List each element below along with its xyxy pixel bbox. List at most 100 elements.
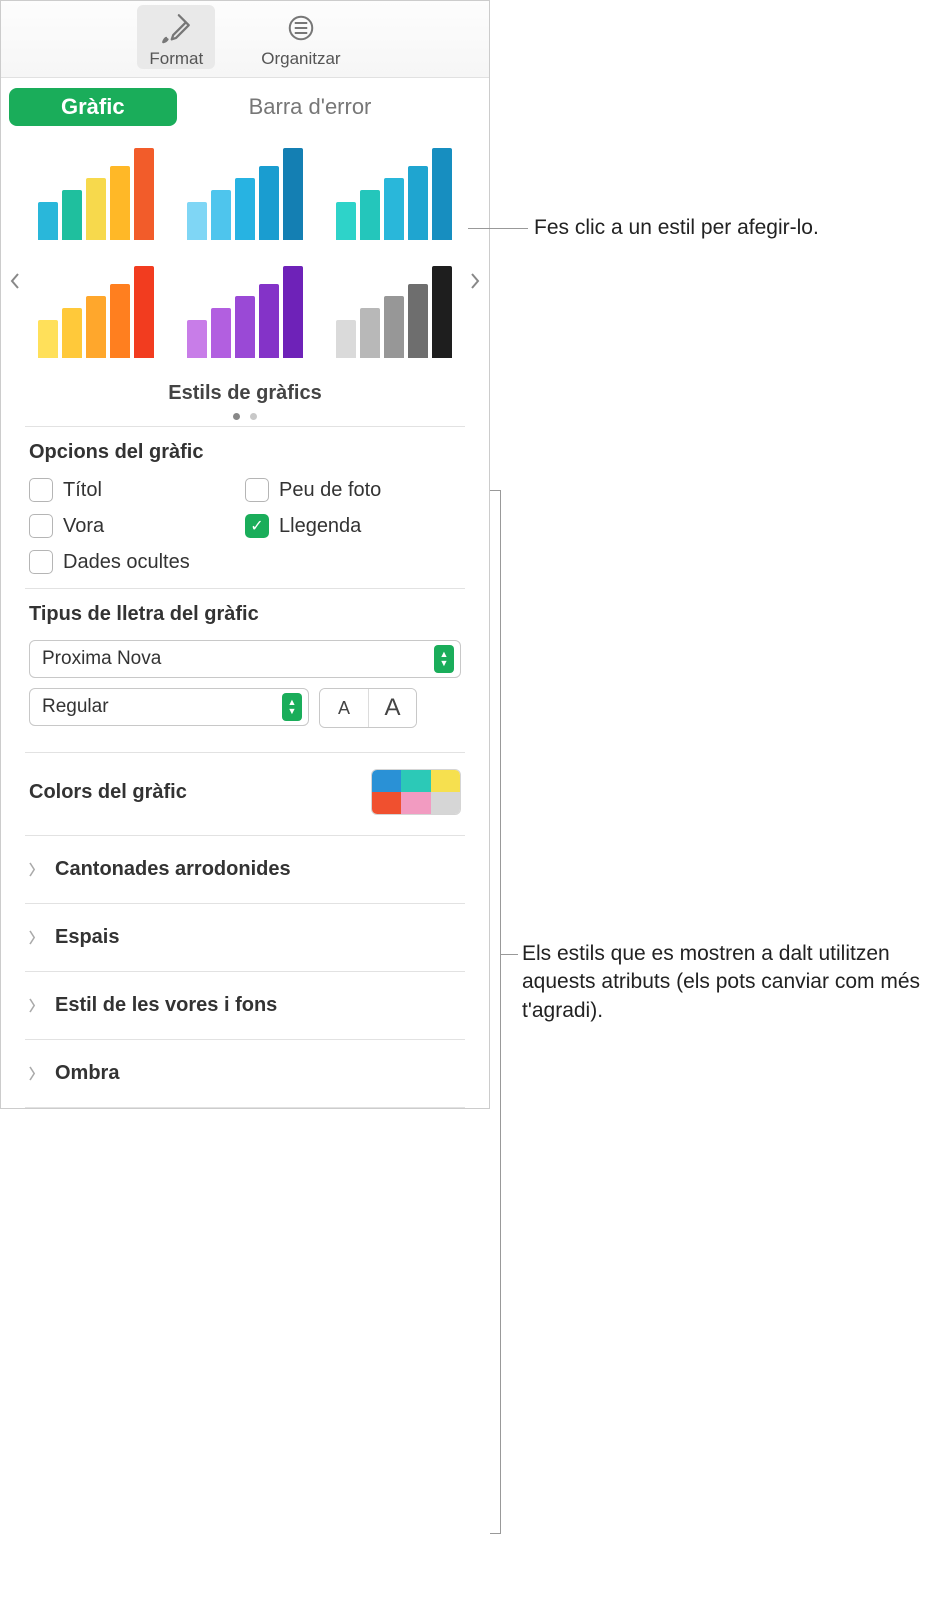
- thumb-bar: [360, 308, 380, 358]
- color-swatch: [401, 770, 430, 792]
- thumb-bar: [384, 178, 404, 240]
- expander-shadow[interactable]: 〉 Ombra: [1, 1040, 489, 1107]
- expander-gaps[interactable]: 〉 Espais: [1, 904, 489, 971]
- thumb-bar: [384, 296, 404, 358]
- font-weight-select[interactable]: Regular ▲▼: [29, 688, 309, 726]
- thumb-bar: [211, 308, 231, 358]
- chart-style-thumbnail[interactable]: [326, 260, 461, 370]
- checkbox-legend[interactable]: ✓ Llegenda: [245, 514, 461, 538]
- chevron-right-icon: 〉: [29, 1064, 43, 1084]
- thumb-bar: [110, 166, 130, 240]
- checkbox-label: Llegenda: [279, 515, 361, 538]
- gallery-caption: Estils de gràfics: [29, 382, 461, 405]
- page-dot[interactable]: [250, 413, 257, 420]
- paintbrush-icon: [157, 9, 195, 47]
- arrange-tab-label: Organitzar: [261, 49, 340, 69]
- font-weight-value: Regular: [42, 696, 109, 718]
- chevron-right-icon: 〉: [29, 928, 43, 948]
- thumb-bar: [360, 190, 380, 240]
- thumb-bar: [283, 266, 303, 358]
- subtab-bar: Gràfic Barra d'error: [1, 78, 489, 136]
- inspector-toolbar: Format Organitzar: [1, 1, 489, 78]
- checkbox-label: Vora: [63, 515, 104, 538]
- chart-style-thumbnail[interactable]: [29, 142, 164, 252]
- chart-style-thumbnail[interactable]: [29, 260, 164, 370]
- checkbox-hidden-data[interactable]: Dades ocultes: [29, 550, 245, 574]
- expander-label: Cantonades arrodonides: [55, 858, 291, 881]
- chart-font-section: Tipus de lletra del gràfic Proxima Nova …: [1, 589, 489, 752]
- thumb-bar: [408, 166, 428, 240]
- format-tab[interactable]: Format: [137, 5, 215, 69]
- chart-style-thumbnail[interactable]: [326, 142, 461, 252]
- chart-styles-gallery: Estils de gràfics: [1, 136, 489, 426]
- arrange-tab[interactable]: Organitzar: [249, 5, 352, 69]
- callout-text: Fes clic a un estil per afegir-lo.: [534, 216, 819, 239]
- font-family-value: Proxima Nova: [42, 648, 161, 670]
- chevron-right-icon: 〉: [29, 996, 43, 1016]
- checkbox-caption[interactable]: Peu de foto: [245, 478, 461, 502]
- thumb-bar: [187, 202, 207, 240]
- checkbox-icon: [29, 514, 53, 538]
- callout-text: Els estils que es mostren a dalt utilitz…: [522, 942, 920, 1022]
- thumb-bar: [259, 166, 279, 240]
- thumb-bar: [235, 178, 255, 240]
- chart-font-title: Tipus de lletra del gràfic: [29, 603, 461, 626]
- thumb-bar: [62, 308, 82, 358]
- thumb-bar: [187, 320, 207, 358]
- callout-attributes: Els estils que es mostren a dalt utilitz…: [522, 940, 922, 1025]
- arrange-icon: [282, 9, 320, 47]
- callout-style-click: Fes clic a un estil per afegir-lo.: [534, 214, 819, 242]
- chart-options-title: Opcions del gràfic: [29, 441, 461, 464]
- thumb-bar: [336, 202, 356, 240]
- chart-colors-title: Colors del gràfic: [29, 781, 187, 804]
- format-inspector-panel: Format Organitzar Gràfic Barra d'error: [0, 0, 490, 1109]
- thumb-bar: [283, 148, 303, 240]
- checkbox-icon: [29, 478, 53, 502]
- expander-rounded-corners[interactable]: 〉 Cantonades arrodonides: [1, 836, 489, 903]
- checkbox-label: Peu de foto: [279, 479, 381, 502]
- thumb-bar: [408, 284, 428, 358]
- thumb-bar: [62, 190, 82, 240]
- callout-bracket: [500, 490, 501, 1534]
- thumb-bar: [110, 284, 130, 358]
- thumb-bar: [134, 266, 154, 358]
- checkbox-icon: [245, 478, 269, 502]
- expander-label: Estil de les vores i fons: [55, 994, 277, 1017]
- font-size-decrease-button[interactable]: A: [320, 689, 368, 727]
- font-size-stepper: A A: [319, 688, 417, 728]
- chart-colors-button[interactable]: [371, 769, 461, 815]
- expander-stroke-fill[interactable]: 〉 Estil de les vores i fons: [1, 972, 489, 1039]
- chart-style-thumbnail[interactable]: [178, 260, 313, 370]
- checkbox-checked-icon: ✓: [245, 514, 269, 538]
- thumb-bar: [432, 148, 452, 240]
- tab-error-bar[interactable]: Barra d'error: [249, 94, 372, 120]
- thumb-bar: [432, 266, 452, 358]
- gallery-next-button[interactable]: [465, 269, 483, 293]
- font-size-increase-button[interactable]: A: [368, 689, 416, 727]
- color-swatch: [431, 792, 460, 814]
- popup-stepper-icon: ▲▼: [434, 645, 454, 673]
- gallery-prev-button[interactable]: [7, 269, 25, 293]
- checkbox-label: Títol: [63, 479, 102, 502]
- format-tab-label: Format: [149, 49, 203, 69]
- thumb-bar: [134, 148, 154, 240]
- color-swatch: [372, 770, 401, 792]
- annotations-layer: Fes clic a un estil per afegir-lo. Els e…: [490, 0, 942, 1109]
- font-family-select[interactable]: Proxima Nova ▲▼: [29, 640, 461, 678]
- thumb-bar: [259, 284, 279, 358]
- page-dot[interactable]: [233, 413, 240, 420]
- chart-style-thumbnail[interactable]: [178, 142, 313, 252]
- chart-options-section: Opcions del gràfic Títol Peu de foto Vor…: [1, 427, 489, 588]
- checkbox-title[interactable]: Títol: [29, 478, 245, 502]
- popup-stepper-icon: ▲▼: [282, 693, 302, 721]
- color-swatch: [431, 770, 460, 792]
- expander-label: Espais: [55, 926, 119, 949]
- color-swatch: [372, 792, 401, 814]
- tab-chart[interactable]: Gràfic: [9, 88, 177, 126]
- thumb-bar: [86, 178, 106, 240]
- chart-colors-section: Colors del gràfic: [1, 753, 489, 835]
- checkbox-label: Dades ocultes: [63, 551, 190, 574]
- expander-label: Ombra: [55, 1062, 119, 1085]
- checkbox-border[interactable]: Vora: [29, 514, 245, 538]
- thumb-bar: [38, 202, 58, 240]
